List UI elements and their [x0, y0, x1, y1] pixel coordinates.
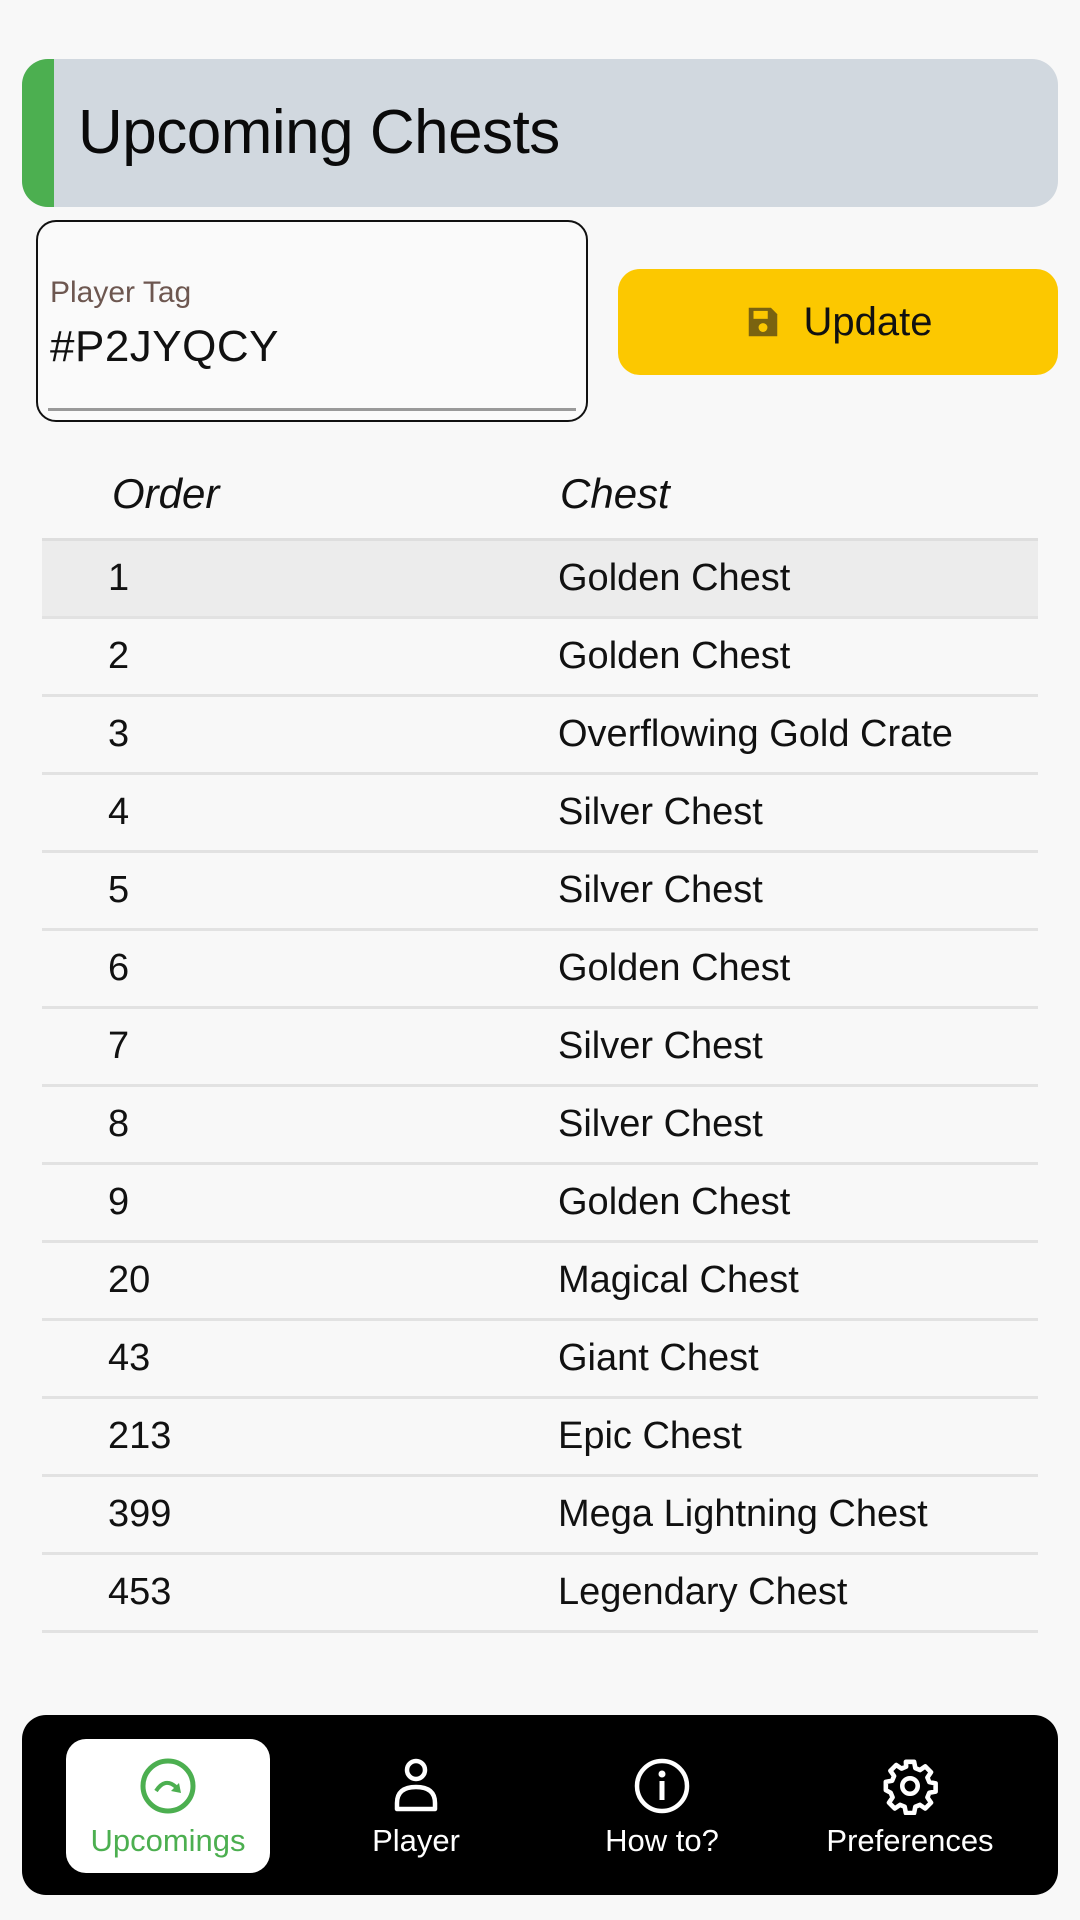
table-row[interactable]: 3 Overflowing Gold Crate — [42, 697, 1038, 775]
order-cell: 4 — [108, 791, 130, 833]
order-cell: 453 — [108, 1571, 172, 1613]
table-header: Order Chest — [42, 458, 1038, 541]
nav-label-how-to: How to? — [605, 1823, 719, 1858]
table-row[interactable]: 213 Epic Chest — [42, 1399, 1038, 1477]
order-cell: 9 — [108, 1181, 130, 1223]
order-cell: 3 — [108, 713, 130, 755]
table-row[interactable]: 7 Silver Chest — [42, 1009, 1038, 1087]
order-cell: 1 — [108, 557, 130, 599]
chest-cell: Silver Chest — [558, 1103, 763, 1145]
upcoming-icon — [140, 1758, 196, 1814]
chest-cell: Silver Chest — [558, 869, 763, 911]
table-row[interactable]: 1 Golden Chest — [42, 541, 1038, 619]
table-row[interactable]: 43 Giant Chest — [42, 1321, 1038, 1399]
chest-cell: Epic Chest — [558, 1415, 742, 1457]
chest-cell: Overflowing Gold Crate — [558, 713, 953, 755]
order-cell: 5 — [108, 869, 130, 911]
column-header-order[interactable]: Order — [112, 470, 219, 518]
column-header-chest[interactable]: Chest — [560, 470, 670, 518]
nav-item-upcomings[interactable]: Upcomings — [66, 1739, 270, 1873]
player-tag-label: Player Tag — [50, 276, 192, 309]
nav-item-how-to[interactable]: How to? — [560, 1739, 764, 1873]
table-row[interactable]: 8 Silver Chest — [42, 1087, 1038, 1165]
table-row[interactable]: 453 Legendary Chest — [42, 1555, 1038, 1633]
header-accent-bar — [22, 59, 54, 207]
chest-cell: Silver Chest — [558, 1025, 763, 1067]
page-title: Upcoming Chests — [78, 98, 560, 167]
chest-cell: Golden Chest — [558, 635, 791, 677]
nav-label-preferences: Preferences — [826, 1823, 994, 1858]
table-row[interactable]: 4 Silver Chest — [42, 775, 1038, 853]
chest-cell: Golden Chest — [558, 947, 791, 989]
chest-cell: Magical Chest — [558, 1259, 799, 1301]
update-button[interactable]: Update — [618, 269, 1058, 375]
bottom-navigation: Upcomings Player How to? Preferences — [22, 1715, 1058, 1895]
table-row[interactable]: 5 Silver Chest — [42, 853, 1038, 931]
table-row[interactable]: 2 Golden Chest — [42, 619, 1038, 697]
gear-icon — [883, 1759, 938, 1815]
save-icon — [748, 307, 777, 337]
chest-cell: Giant Chest — [558, 1337, 759, 1379]
order-cell: 8 — [108, 1103, 130, 1145]
nav-label-upcomings: Upcomings — [90, 1823, 246, 1858]
update-button-label: Update — [803, 299, 933, 344]
chest-cell: Golden Chest — [558, 1181, 791, 1223]
chest-cell: Legendary Chest — [558, 1571, 848, 1613]
table-row[interactable]: 6 Golden Chest — [42, 931, 1038, 1009]
order-cell: 20 — [108, 1259, 151, 1301]
nav-item-preferences[interactable]: Preferences — [808, 1739, 1012, 1873]
person-icon — [394, 1758, 438, 1812]
table-row[interactable]: 399 Mega Lightning Chest — [42, 1477, 1038, 1555]
order-cell: 7 — [108, 1025, 130, 1067]
table-row[interactable]: 9 Golden Chest — [42, 1165, 1038, 1243]
table-row[interactable]: 20 Magical Chest — [42, 1243, 1038, 1321]
nav-label-player: Player — [372, 1823, 460, 1858]
chest-cell: Silver Chest — [558, 791, 763, 833]
order-cell: 399 — [108, 1493, 172, 1535]
order-cell: 2 — [108, 635, 130, 677]
order-cell: 6 — [108, 947, 130, 989]
table-body: 1 Golden Chest 2 Golden Chest 3 Overflowing G… — [42, 541, 1038, 1633]
order-cell: 213 — [108, 1415, 172, 1457]
page-header: Upcoming Chests — [22, 59, 1058, 207]
input-underline — [48, 408, 576, 411]
chest-cell: Mega Lightning Chest — [558, 1493, 928, 1535]
player-tag-input[interactable]: #P2JYQCY — [50, 322, 279, 372]
info-icon — [634, 1758, 690, 1814]
player-tag-field[interactable]: Player Tag #P2JYQCY — [36, 220, 588, 422]
nav-item-player[interactable]: Player — [314, 1739, 518, 1873]
order-cell: 43 — [108, 1337, 151, 1379]
chest-cell: Golden Chest — [558, 557, 791, 599]
chest-table: Order Chest 1 Golden Chest 2 Golden Chest 3 O… — [42, 458, 1038, 1633]
